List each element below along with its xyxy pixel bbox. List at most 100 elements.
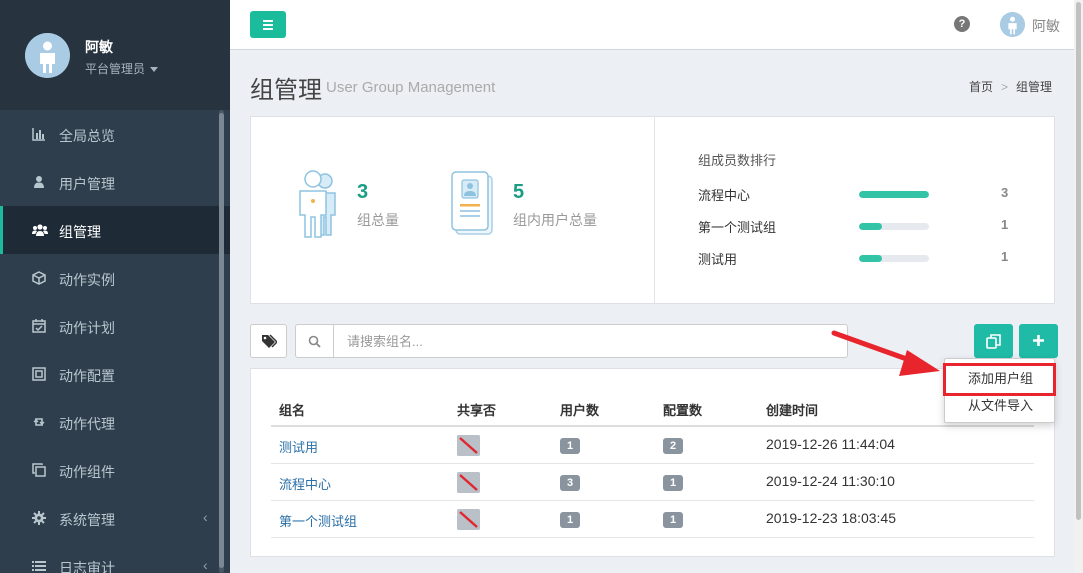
- sidebar-item-label: 日志审计: [59, 560, 115, 573]
- not-shared-icon: [457, 435, 480, 456]
- tags-icon: [262, 334, 277, 348]
- search-box: [295, 324, 848, 358]
- ranking-progress-bar: [859, 191, 929, 198]
- user-avatar-icon: [1000, 12, 1025, 37]
- sidebar-item-label: 动作配置: [59, 368, 115, 384]
- column-header-name: 组名: [279, 403, 306, 418]
- ranking-row: 流程中心 3: [698, 185, 1008, 205]
- cube-icon: [32, 271, 46, 285]
- column-header-users: 用户数: [560, 403, 600, 418]
- sidebar-item-action-config[interactable]: 动作配置: [0, 350, 230, 398]
- row-divider: [271, 537, 1034, 538]
- group-name-link[interactable]: 测试用: [279, 437, 318, 456]
- object-group-icon: [32, 367, 46, 381]
- user-count-badge: 1: [560, 438, 580, 454]
- ranking-count: 3: [1001, 185, 1009, 200]
- group-people-icon: [299, 170, 336, 238]
- sidebar-item-action-plan[interactable]: 动作计划: [0, 302, 230, 350]
- hamburger-icon: [263, 24, 273, 26]
- tags-filter-button[interactable]: [250, 324, 287, 358]
- copy-button[interactable]: [974, 324, 1013, 358]
- sidebar-item-overview[interactable]: 全局总览: [0, 110, 230, 158]
- plus-icon: [1033, 335, 1044, 346]
- sidebar-item-system[interactable]: 系统管理 ‹: [0, 494, 230, 542]
- sidebar-item-label: 动作代理: [59, 416, 115, 432]
- search-input[interactable]: [335, 325, 845, 357]
- row-divider: [271, 500, 1034, 501]
- import-from-file-item[interactable]: 从文件导入: [945, 394, 1056, 418]
- users-icon: [32, 223, 48, 237]
- user-count-badge: 3: [560, 475, 580, 491]
- config-count-badge: 1: [663, 475, 683, 491]
- column-header-shared: 共享否: [457, 403, 497, 418]
- page-subtitle: User Group Management: [326, 79, 496, 96]
- sidebar-item-audit-log[interactable]: 日志审计 ‹: [0, 542, 230, 573]
- caret-down-icon: [150, 67, 159, 73]
- ranking-row: 测试用 1: [698, 249, 1008, 269]
- calendar-check-icon: [32, 319, 46, 333]
- page-scrollbar-thumb[interactable]: [1076, 2, 1081, 520]
- sidebar-item-action-instance[interactable]: 动作实例: [0, 254, 230, 302]
- retweet-icon: [32, 415, 46, 429]
- search-icon[interactable]: [296, 325, 334, 357]
- annotation-highlight-box: [943, 363, 1056, 396]
- ranking-row: 第一个测试组 1: [698, 217, 1008, 237]
- group-name-link[interactable]: 流程中心: [279, 474, 331, 493]
- ranking-progress-bar: [859, 223, 929, 230]
- stats-panel: 3 组总量 5 组内用户总量 组成员数排行 流程中心 3 第一个测试组 1 测试…: [250, 116, 1055, 304]
- add-button[interactable]: [1019, 324, 1058, 358]
- user-panel: 阿敏 平台管理员: [0, 0, 230, 110]
- top-user-name[interactable]: 阿敏: [1032, 16, 1060, 36]
- user-total-value: 5: [513, 181, 525, 203]
- ranking-count: 1: [1001, 249, 1009, 264]
- help-icon[interactable]: ?: [954, 16, 970, 32]
- sidebar-toggle-button[interactable]: [250, 11, 286, 38]
- avatar[interactable]: [25, 33, 70, 78]
- group-total-value: 3: [357, 181, 369, 203]
- chevron-left-icon: ‹: [203, 557, 208, 573]
- sidebar-item-label: 组管理: [59, 224, 101, 240]
- config-count-badge: 1: [663, 512, 683, 528]
- user-count-badge: 1: [560, 512, 580, 528]
- sidebar: 阿敏 平台管理员 全局总览 用户管理 组管理 动作实例 动作计划 动作配置 动作…: [0, 0, 230, 573]
- page-title: 组管理: [250, 77, 322, 104]
- not-shared-icon: [457, 509, 480, 530]
- column-header-configs: 配置数: [663, 403, 703, 418]
- copy-icon: [986, 334, 1001, 349]
- cog-icon: [32, 511, 46, 525]
- sidebar-item-users[interactable]: 用户管理: [0, 158, 230, 206]
- created-time: 2019-12-23 18:03:45: [766, 510, 896, 526]
- id-card-icon: [451, 171, 493, 235]
- stats-divider: [654, 117, 655, 303]
- user-avatar-icon: [25, 33, 70, 78]
- sidebar-item-action-component[interactable]: 动作组件: [0, 446, 230, 494]
- sidebar-item-label: 用户管理: [59, 176, 115, 192]
- breadcrumb-current: 组管理: [1016, 80, 1053, 94]
- sidebar-menu: 全局总览 用户管理 组管理 动作实例 动作计划 动作配置 动作代理 动作组件 系…: [0, 110, 230, 573]
- ranking-progress-fill: [859, 255, 883, 262]
- created-time: 2019-12-26 11:44:04: [766, 436, 895, 452]
- row-divider: [271, 463, 1034, 464]
- breadcrumb-home[interactable]: 首页: [969, 80, 993, 94]
- user-role-label: 平台管理员: [85, 62, 146, 76]
- column-header-created: 创建时间: [766, 403, 819, 418]
- breadcrumb: 首页 > 组管理: [969, 78, 1052, 95]
- breadcrumb-separator: >: [1001, 80, 1009, 94]
- ranking-title: 组成员数排行: [698, 153, 777, 168]
- top-avatar[interactable]: [1000, 12, 1025, 37]
- sidebar-item-groups[interactable]: 组管理: [0, 206, 230, 254]
- sidebar-scrollbar-thumb[interactable]: [219, 113, 224, 568]
- ranking-progress-fill: [859, 191, 929, 198]
- group-total-label: 组总量: [357, 212, 399, 228]
- ranking-name: 第一个测试组: [698, 220, 777, 235]
- bar-chart-icon: [32, 127, 46, 141]
- group-name-link[interactable]: 第一个测试组: [279, 511, 357, 530]
- top-navbar: ? 阿敏: [230, 0, 1083, 50]
- sidebar-item-action-agent[interactable]: 动作代理: [0, 398, 230, 446]
- ranking-name: 流程中心: [698, 188, 751, 203]
- ranking-progress-bar: [859, 255, 929, 262]
- user-icon: [32, 175, 46, 189]
- hamburger-icon: [263, 28, 273, 30]
- hamburger-icon: [263, 20, 273, 22]
- user-role-dropdown[interactable]: 平台管理员: [85, 60, 159, 77]
